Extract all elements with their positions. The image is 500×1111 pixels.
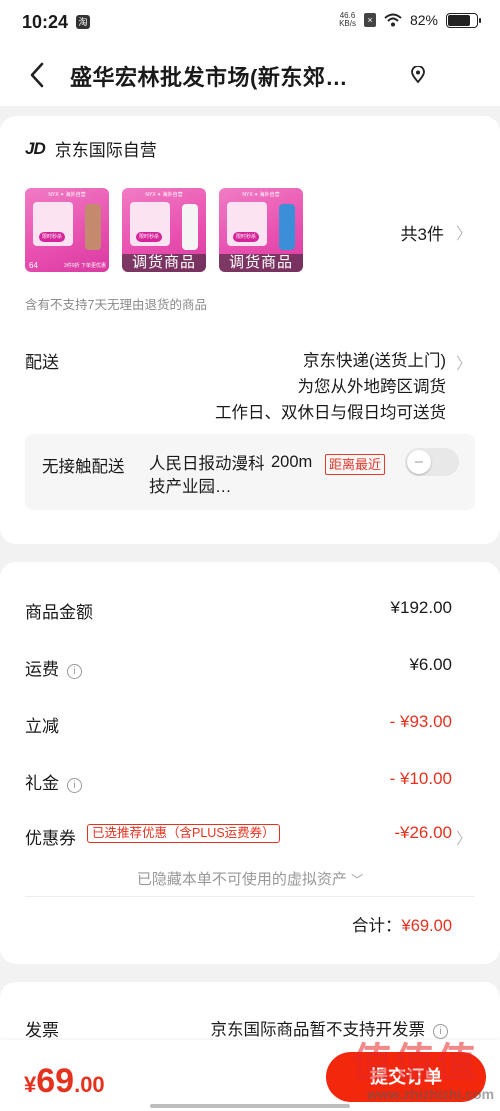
product-image: [279, 204, 295, 250]
product-thumbnail[interactable]: NYX ✦ 海外自营 限时秒杀 64 3件9折 下单更优惠: [25, 188, 109, 272]
product-thumbnail[interactable]: NYX ✦ 海外自营 限时秒杀 调货商品: [122, 188, 206, 272]
coupon-label: 优惠券: [25, 829, 76, 848]
location-pin-icon[interactable]: [410, 66, 426, 84]
chevron-down-icon: ﹀: [351, 873, 364, 887]
status-time: 10:24: [22, 12, 69, 32]
watermark-logo: 值值值: [352, 1041, 478, 1085]
chevron-right-icon[interactable]: 〉: [456, 825, 472, 849]
transfer-tag: 调货商品: [122, 254, 206, 272]
product-image: [182, 204, 198, 250]
product-price: 64: [29, 261, 38, 270]
watermark-url: www.zhizhizhi.com: [367, 1086, 495, 1102]
subtotal-row: 合计：¥69.00: [352, 912, 452, 936]
battery-percent: 82%: [409, 12, 438, 28]
jd-logo: JD: [25, 138, 46, 158]
gift-value: - ¥10.00: [389, 769, 452, 788]
product-image: [85, 204, 101, 250]
wifi-icon: [384, 13, 402, 27]
chevron-right-icon[interactable]: 〉: [456, 220, 472, 244]
home-indicator[interactable]: [150, 1104, 350, 1108]
nav-bar: 盛华宏林批发市场(新东郊…: [0, 46, 500, 106]
shop-header: JD 京东国际自营: [25, 136, 157, 161]
freight-row: 运费 i: [25, 655, 82, 680]
status-bar: 10:24 淘 46.6 KB/s × 82%: [0, 0, 500, 46]
discount-label: 立减: [25, 717, 59, 736]
nearest-badge: 距离最近: [325, 454, 386, 475]
status-right: 46.6 KB/s × 82%: [339, 11, 481, 28]
hidden-assets-toggle[interactable]: 已隐藏本单不可使用的虚拟资产 ﹀: [0, 868, 500, 889]
shipping-info[interactable]: 京东快递(送货上门) 为您从外地跨区调货 工作日、双休日与假日均可送货: [215, 348, 446, 426]
gift-row: 礼金 i: [25, 769, 82, 794]
contactless-toggle[interactable]: [405, 448, 459, 476]
divider: [25, 896, 475, 897]
return-policy-notice: 含有不支持7天无理由退货的商品: [25, 298, 207, 312]
product-thumbnail[interactable]: NYX ✦ 海外自营 限时秒杀 调货商品: [219, 188, 303, 272]
price-summary-card: 商品金额 ¥192.00 运费 i ¥6.00 立减 - ¥93.00 礼金 i -…: [0, 562, 500, 964]
contactless-delivery-box: 无接触配送 人民日报动漫科技产业园… 200m 距离最近: [25, 434, 475, 510]
page-title: 盛华宏林批发市场(新东郊…: [70, 65, 348, 90]
battery-fill: [448, 14, 470, 26]
coupon-value[interactable]: -¥26.00: [394, 823, 452, 843]
contactless-label: 无接触配送: [42, 458, 125, 476]
chevron-right-icon[interactable]: 〉: [456, 350, 472, 374]
shipping-label: 配送: [25, 353, 59, 372]
info-icon[interactable]: i: [67, 778, 82, 793]
shop-name: 京东国际自营: [54, 141, 157, 160]
subtotal-label: 合计：: [352, 917, 402, 935]
goods-amount-label: 商品金额: [25, 603, 93, 622]
subtotal-value: ¥69.00: [401, 917, 452, 935]
transfer-tag: 调货商品: [219, 254, 303, 272]
discount-value: - ¥93.00: [389, 712, 452, 731]
order-items-card: JD 京东国际自营 NYX ✦ 海外自营 限时秒杀 64 3件9折 下单更优惠 …: [0, 116, 500, 544]
info-icon[interactable]: i: [67, 664, 82, 679]
net-speed: 46.6 KB/s: [339, 11, 356, 28]
toggle-knob: [407, 450, 431, 474]
back-arrow-icon[interactable]: [26, 60, 50, 90]
pickup-place[interactable]: 人民日报动漫科技产业园…: [149, 453, 269, 499]
sim-off-icon: ×: [363, 13, 376, 27]
invoice-label: 发票: [25, 1021, 59, 1040]
goods-amount-value: ¥192.00: [390, 598, 452, 617]
pickup-distance: 200m: [271, 453, 313, 471]
coupon-badge[interactable]: 已选推荐优惠（含PLUS运费券）: [87, 824, 280, 843]
total-price: ¥69.00: [24, 1062, 105, 1100]
taobao-app-icon: 淘: [76, 15, 90, 29]
gift-label: 礼金: [25, 774, 59, 793]
freight-label: 运费: [25, 660, 59, 679]
item-count[interactable]: 共3件: [401, 220, 444, 245]
freight-value: ¥6.00: [409, 655, 452, 674]
battery-icon: [446, 12, 481, 28]
